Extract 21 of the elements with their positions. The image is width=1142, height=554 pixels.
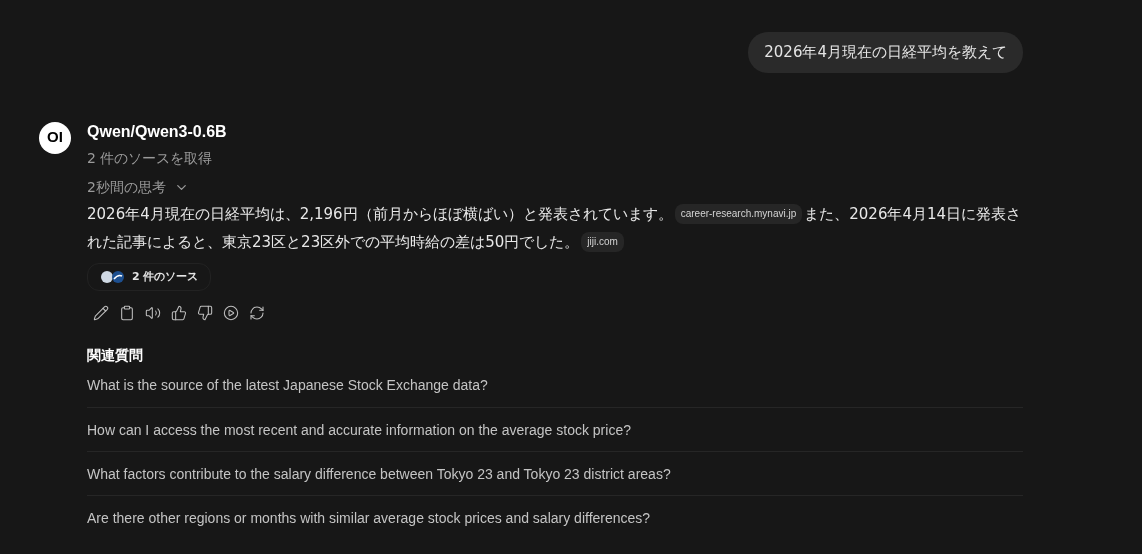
sources-status: 2 件のソースを取得 — [87, 148, 213, 168]
related-title: 関連質問 — [87, 346, 143, 365]
user-message: 2026年4月現在の日経平均を教えて — [748, 32, 1023, 73]
thumbs-up-icon[interactable] — [171, 305, 187, 321]
related-question[interactable]: What is the source of the latest Japanese Stock Exchange data? — [87, 375, 488, 396]
related-question[interactable]: Are there other regions or months with similar average stock prices and salary differences? — [87, 508, 651, 529]
model-name: Qwen/Qwen3-0.6B — [87, 121, 227, 142]
answer-paragraph: 2026年4月現在の日経平均は、2,196円（前月からほぼ横ばい）と発表されています。 career-research.mynavi.jp また、2026年4月14日に発表された記事によると、東京23区と23区外での平均時給の差は50円でした。 jiji.com — [87, 202, 1023, 254]
play-icon[interactable] — [223, 305, 239, 321]
model-avatar: OI — [39, 121, 71, 154]
sources-button[interactable]: 2 件のソース — [87, 262, 212, 291]
edit-icon[interactable] — [93, 305, 109, 321]
regenerate-icon[interactable] — [249, 305, 265, 321]
thumbs-down-icon[interactable] — [197, 305, 213, 321]
source-link[interactable]: jiji.com — [581, 231, 624, 252]
clipboard-icon[interactable] — [119, 305, 135, 321]
thinking-toggle[interactable]: 2秒間の思考 — [87, 176, 189, 198]
related-question[interactable]: What factors contribute to the salary difference between Tokyo 23 and Tokyo 23 district areas? — [87, 464, 671, 485]
related-question[interactable]: How can I access the most recent and accurate information on the average stock price? — [87, 420, 631, 441]
speaker-icon[interactable] — [145, 305, 161, 321]
source-link[interactable]: career-research.mynavi.jp — [674, 203, 803, 224]
